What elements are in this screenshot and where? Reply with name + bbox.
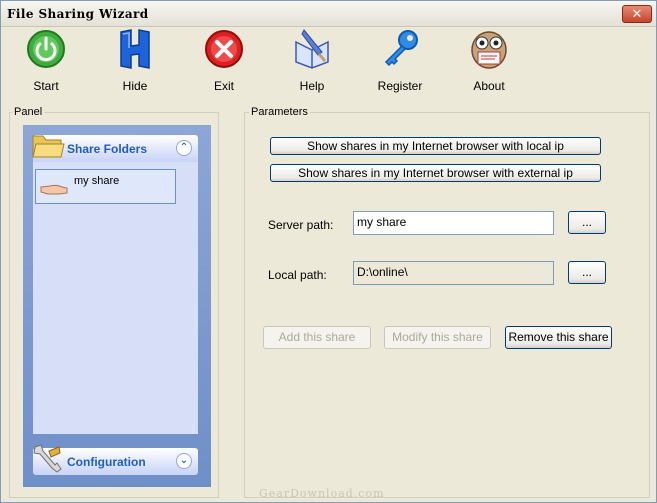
- sharing-hand-icon: [40, 184, 68, 195]
- power-icon: [27, 30, 65, 68]
- local-path-label: Local path:: [268, 268, 327, 282]
- hide-label: Hide: [122, 79, 148, 93]
- server-path-field[interactable]: my share: [353, 211, 554, 235]
- help-book-icon: [295, 29, 329, 69]
- key-icon: [384, 30, 418, 67]
- hide-h-icon: [120, 29, 150, 69]
- register-label: Register: [377, 79, 423, 93]
- share-list-item[interactable]: my share: [35, 169, 176, 204]
- server-path-browse-button[interactable]: ...: [568, 211, 606, 234]
- show-external-ip-button[interactable]: Show shares in my Internet browser with …: [270, 164, 601, 182]
- watermark-text: GearDownload.com: [259, 487, 385, 500]
- app-window: File Sharing Wizard ✕ Start Hide Exit He…: [0, 0, 657, 503]
- collapse-chevron-icon[interactable]: ⌃: [176, 140, 192, 156]
- exit-x-icon: [205, 30, 243, 68]
- folder-icon: [32, 135, 65, 158]
- hide-button[interactable]: Hide: [95, 28, 175, 98]
- local-path-browse-button[interactable]: ...: [568, 261, 606, 284]
- configuration-header[interactable]: Configuration ⌄: [33, 444, 198, 475]
- register-button[interactable]: Register: [360, 28, 440, 98]
- server-path-label: Server path:: [268, 218, 334, 232]
- start-button[interactable]: Start: [6, 28, 86, 98]
- remove-share-button[interactable]: Remove this share: [505, 326, 612, 349]
- expand-chevron-icon[interactable]: ⌄: [176, 453, 192, 469]
- close-button[interactable]: ✕: [622, 5, 652, 23]
- title-bar[interactable]: File Sharing Wizard ✕: [1, 1, 656, 27]
- show-local-ip-button[interactable]: Show shares in my Internet browser with …: [270, 137, 601, 155]
- about-button[interactable]: About: [449, 28, 529, 98]
- help-label: Help: [299, 79, 325, 93]
- task-pane: Share Folders ⌃ my share Configuration ⌄: [23, 125, 211, 487]
- window-title: File Sharing Wizard: [7, 7, 149, 21]
- owl-readme-icon: [471, 31, 507, 69]
- share-folders-header[interactable]: Share Folders ⌃: [32, 135, 198, 162]
- toolbar: Start Hide Exit Help Register About: [1, 28, 656, 101]
- share-item-label: my share: [74, 175, 120, 187]
- modify-share-button[interactable]: Modify this share: [384, 326, 491, 349]
- configuration-title: Configuration: [67, 455, 146, 469]
- add-share-button[interactable]: Add this share: [263, 326, 371, 349]
- share-folders-title: Share Folders: [67, 142, 148, 156]
- wrench-icon: [33, 444, 62, 473]
- parameters-group-label: Parameters: [249, 106, 310, 118]
- help-button[interactable]: Help: [272, 28, 352, 98]
- panel-group-label: Panel: [12, 106, 45, 118]
- exit-button[interactable]: Exit: [184, 28, 264, 98]
- local-path-field[interactable]: D:\online\: [353, 261, 554, 285]
- start-label: Start: [33, 79, 59, 93]
- about-label: About: [473, 79, 505, 93]
- exit-label: Exit: [213, 79, 234, 93]
- share-folders-body: my share: [33, 162, 198, 434]
